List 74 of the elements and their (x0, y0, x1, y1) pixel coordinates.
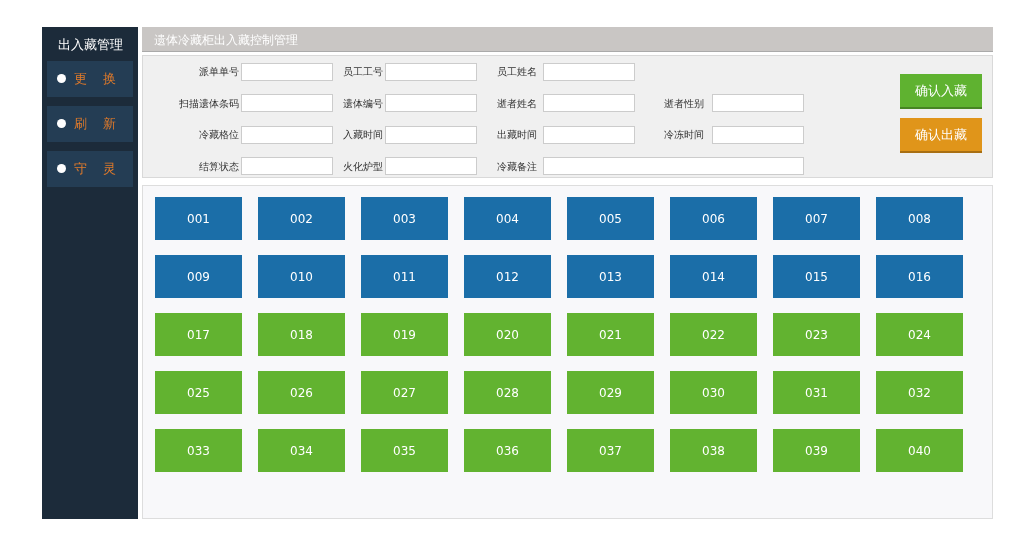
compartment-tile[interactable]: 035 (361, 429, 448, 472)
compartment-tile[interactable]: 030 (670, 371, 757, 414)
compartment-tile[interactable]: 002 (258, 197, 345, 240)
sidebar-item[interactable]: 守 灵 (47, 150, 133, 187)
field-label: 员工姓名 (497, 65, 538, 80)
compartment-tile[interactable]: 007 (773, 197, 860, 240)
compartment-tile[interactable]: 021 (567, 313, 654, 356)
compartment-tile[interactable]: 039 (773, 429, 860, 472)
compartment-tile[interactable]: 009 (155, 255, 242, 298)
compartment-tile[interactable]: 012 (464, 255, 551, 298)
field-label: 出藏时间 (497, 128, 538, 143)
input-field[interactable] (543, 157, 804, 176)
compartment-tile[interactable]: 018 (258, 313, 345, 356)
compartment-tile[interactable]: 038 (670, 429, 757, 472)
compartment-tile[interactable]: 036 (464, 429, 551, 472)
compartment-tile[interactable]: 019 (361, 313, 448, 356)
sidebar-item[interactable]: 更 换 (47, 60, 133, 97)
field-label: 扫描遗体条码 (178, 96, 240, 111)
input-field[interactable] (241, 94, 333, 113)
compartment-tile[interactable]: 010 (258, 255, 345, 298)
field-label: 冷藏备注 (497, 159, 538, 174)
input-field[interactable] (712, 125, 804, 144)
compartment-tile[interactable]: 033 (155, 429, 242, 472)
input-field[interactable] (385, 94, 477, 113)
compartment-tile[interactable]: 024 (876, 313, 963, 356)
confirm-out-button[interactable]: 确认出藏 (900, 118, 982, 153)
compartment-tile[interactable]: 005 (567, 197, 654, 240)
field-label: 员工工号 (342, 65, 384, 80)
input-field[interactable] (543, 62, 635, 81)
field-label: 冷藏格位 (198, 128, 240, 143)
compartment-tile[interactable]: 029 (567, 371, 654, 414)
compartment-tile[interactable]: 006 (670, 197, 757, 240)
compartment-tile[interactable]: 017 (155, 313, 242, 356)
compartment-tile[interactable]: 034 (258, 429, 345, 472)
field-label: 火化炉型 (342, 159, 384, 174)
compartment-tile[interactable]: 014 (670, 255, 757, 298)
input-field[interactable] (241, 62, 333, 81)
input-field[interactable] (385, 125, 477, 144)
field-label: 派单单号 (198, 65, 240, 80)
compartment-tile[interactable]: 025 (155, 371, 242, 414)
input-field[interactable] (712, 94, 804, 113)
compartment-tile[interactable]: 013 (567, 255, 654, 298)
input-field[interactable] (241, 125, 333, 144)
compartment-tile[interactable]: 008 (876, 197, 963, 240)
compartment-tile[interactable]: 004 (464, 197, 551, 240)
sidebar-title: 出入藏管理 (57, 36, 123, 54)
input-field[interactable] (543, 94, 635, 113)
input-field[interactable] (385, 157, 477, 176)
compartment-tile[interactable]: 020 (464, 313, 551, 356)
compartment-tile[interactable]: 027 (361, 371, 448, 414)
field-label: 遗体编号 (342, 96, 384, 111)
field-label: 入藏时间 (342, 128, 384, 143)
compartment-tile[interactable]: 001 (155, 197, 242, 240)
compartment-tile[interactable]: 016 (876, 255, 963, 298)
compartment-tile[interactable]: 031 (773, 371, 860, 414)
compartment-tile[interactable]: 026 (258, 371, 345, 414)
field-label: 逝者性别 (664, 96, 705, 111)
compartment-tile[interactable]: 023 (773, 313, 860, 356)
field-label: 结算状态 (198, 159, 240, 174)
input-field[interactable] (543, 125, 635, 144)
compartment-tile[interactable]: 003 (361, 197, 448, 240)
compartment-tile[interactable]: 015 (773, 255, 860, 298)
sidebar-item[interactable]: 刷 新 (47, 105, 133, 142)
field-label: 冷冻时间 (664, 128, 705, 143)
compartment-tile[interactable]: 037 (567, 429, 654, 472)
field-label: 逝者姓名 (497, 96, 538, 111)
input-field[interactable] (241, 157, 333, 176)
compartment-tile[interactable]: 028 (464, 371, 551, 414)
compartment-tile[interactable]: 022 (670, 313, 757, 356)
compartment-tile[interactable]: 040 (876, 429, 963, 472)
input-field[interactable] (385, 62, 477, 81)
compartment-tile[interactable]: 032 (876, 371, 963, 414)
compartment-tile[interactable]: 011 (361, 255, 448, 298)
confirm-in-button[interactable]: 确认入藏 (900, 74, 982, 109)
